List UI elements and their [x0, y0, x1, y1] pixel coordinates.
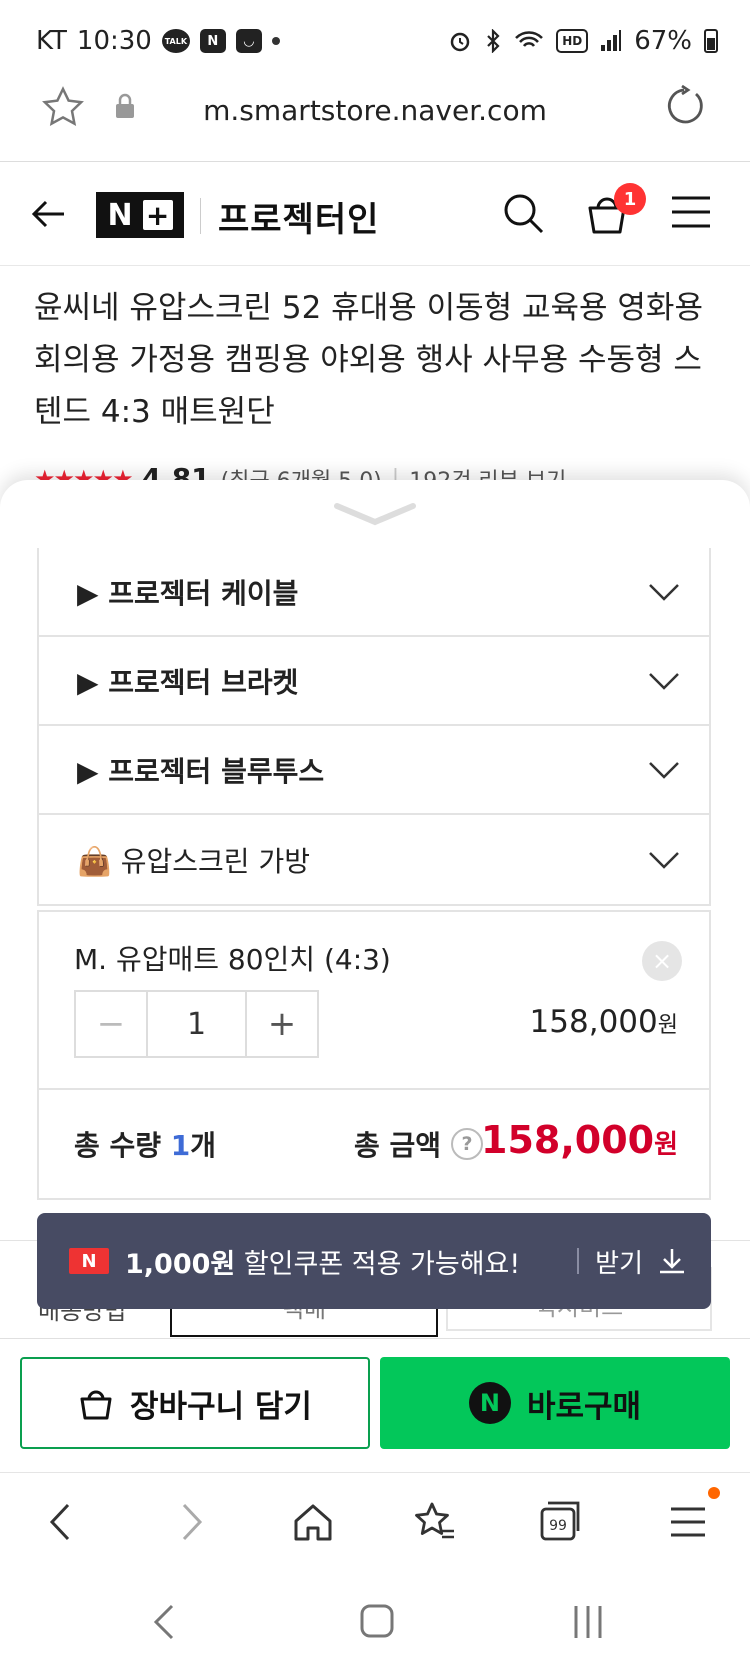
- option-list: ▶ 프로젝터 케이블 ▶ 프로젝터 브라켓 ▶ 프로젝터 블루투스 👜 유압스크…: [37, 548, 711, 906]
- coupon-toast[interactable]: N 1,000원 할인쿠폰 적용 가능해요! 받기: [37, 1213, 711, 1309]
- wifi-icon: [515, 31, 544, 47]
- battery-icon: [704, 29, 718, 53]
- status-right: HD 67%: [448, 26, 718, 56]
- receive-coupon-button[interactable]: 받기: [595, 1243, 687, 1280]
- total-qty-label: 총 수량: [74, 1129, 171, 1162]
- toast-message: 1,000원 할인쿠폰 적용 가능해요!: [125, 1242, 577, 1281]
- download-icon: [660, 1249, 684, 1274]
- chevron-down-icon: [649, 583, 679, 601]
- bookmarks-icon[interactable]: [412, 1499, 458, 1545]
- logo-plus: +: [142, 199, 173, 232]
- browser-menu-icon[interactable]: [665, 1499, 711, 1545]
- svg-text:99: 99: [549, 1518, 567, 1534]
- selected-item-name: M. 유압매트 80인치 (4:3): [74, 943, 391, 976]
- home-icon[interactable]: [290, 1499, 336, 1545]
- price-value: 158,000: [529, 1004, 658, 1040]
- notification-dot-icon: [708, 1487, 720, 1499]
- url-text[interactable]: m.smartstore.naver.com: [0, 94, 750, 127]
- tabs-icon[interactable]: 99: [538, 1499, 584, 1545]
- battery-percent: 67%: [634, 26, 692, 56]
- remove-item-button[interactable]: ×: [642, 941, 682, 981]
- option-item-bag[interactable]: 👜 유압스크린 가방: [39, 815, 709, 904]
- coupon-amount: 1,000원: [125, 1248, 236, 1280]
- quantity-value[interactable]: 1: [146, 992, 247, 1056]
- hd-icon: HD: [556, 29, 589, 53]
- product-title: 윤씨네 유압스크린 52 휴대용 이동형 교육용 영화용 회의용 가정용 캠핑용…: [34, 290, 703, 430]
- notification-dot-icon: [271, 37, 280, 45]
- total-quantity: 총 수량 1개: [74, 1124, 216, 1164]
- sheet-collapse-handle-icon[interactable]: [333, 500, 417, 530]
- increase-button[interactable]: +: [247, 992, 317, 1056]
- total-qty-unit: 개: [190, 1129, 217, 1162]
- bluetooth-icon: [487, 29, 500, 53]
- system-back-icon[interactable]: [150, 1602, 180, 1642]
- divider: [39, 1088, 709, 1090]
- system-home-icon[interactable]: [358, 1602, 396, 1640]
- chevron-down-icon: [649, 672, 679, 690]
- status-left: KT 10:30 TALK N ◡: [36, 26, 280, 56]
- store-header: N + 프로젝터인 1: [0, 162, 750, 266]
- option-label: 👜 유압스크린 가방: [77, 844, 310, 878]
- decrease-button[interactable]: −: [76, 992, 146, 1056]
- clock: 10:30: [76, 26, 152, 56]
- carrier-label: KT: [36, 26, 67, 56]
- menu-icon[interactable]: [670, 192, 712, 232]
- address-bar[interactable]: m.smartstore.naver.com: [0, 80, 750, 162]
- logo-n: N: [107, 197, 133, 233]
- option-label: ▶ 프로젝터 케이블: [77, 576, 299, 610]
- total-qty-value: 1: [170, 1129, 191, 1162]
- option-label: ▶ 프로젝터 블루투스: [77, 754, 325, 788]
- alarm-icon: [450, 32, 470, 52]
- back-arrow-icon[interactable]: [28, 194, 68, 234]
- purchase-action-bar: 장바구니 담기 N 바로구매: [0, 1338, 750, 1472]
- naver-coupon-icon: N: [69, 1248, 109, 1274]
- selected-item-price: 158,000원: [530, 1004, 678, 1040]
- buy-now-label: 바로구매: [526, 1388, 642, 1425]
- header-divider: [200, 198, 201, 234]
- receive-label: 받기: [595, 1248, 643, 1279]
- coupon-text: 할인쿠폰 적용 가능해요!: [235, 1248, 521, 1280]
- help-icon[interactable]: ?: [451, 1128, 484, 1160]
- total-amount-value: 158,000: [481, 1118, 655, 1162]
- buy-now-button[interactable]: N 바로구매: [380, 1357, 730, 1449]
- total-amount: 158,000원: [481, 1118, 678, 1162]
- recent-apps-icon[interactable]: [570, 1602, 606, 1642]
- option-item-bluetooth[interactable]: ▶ 프로젝터 블루투스: [39, 726, 709, 815]
- naver-pay-icon: N: [468, 1382, 511, 1424]
- chevron-down-icon: [649, 761, 679, 779]
- signal-icon: [601, 30, 622, 51]
- status-bar: KT 10:30 TALK N ◡ HD 67%: [0, 0, 750, 80]
- browser-back-icon[interactable]: [38, 1499, 84, 1545]
- system-navigation: [0, 1572, 750, 1667]
- option-item-bracket[interactable]: ▶ 프로젝터 브라켓: [39, 637, 709, 726]
- naver-icon: N: [199, 29, 226, 53]
- bag-icon: ◡: [235, 29, 262, 53]
- total-amount-label: 총 금액 ?: [354, 1124, 484, 1164]
- reload-icon[interactable]: [662, 84, 706, 128]
- option-label: ▶ 프로젝터 브라켓: [77, 665, 299, 699]
- shopping-bag-icon: [80, 1390, 112, 1420]
- search-icon[interactable]: [502, 192, 546, 236]
- cart-count-badge: 1: [614, 183, 646, 215]
- add-to-cart-label: 장바구니 담기: [130, 1388, 312, 1425]
- option-item-cable[interactable]: ▶ 프로젝터 케이블: [39, 548, 709, 637]
- total-amount-unit: 원: [654, 1130, 678, 1160]
- chevron-down-icon: [649, 851, 679, 869]
- browser-forward-icon[interactable]: [168, 1499, 214, 1545]
- naver-plus-logo[interactable]: N +: [96, 192, 184, 238]
- browser-toolbar: 99: [0, 1472, 750, 1572]
- store-name[interactable]: 프로젝터인: [218, 192, 379, 241]
- talk-icon: TALK: [161, 29, 190, 53]
- add-to-cart-button[interactable]: 장바구니 담기: [20, 1357, 370, 1449]
- toast-divider: [577, 1248, 580, 1274]
- total-amount-text: 총 금액: [354, 1129, 442, 1162]
- price-unit: 원: [657, 1013, 678, 1038]
- quantity-stepper: − 1 +: [74, 990, 319, 1058]
